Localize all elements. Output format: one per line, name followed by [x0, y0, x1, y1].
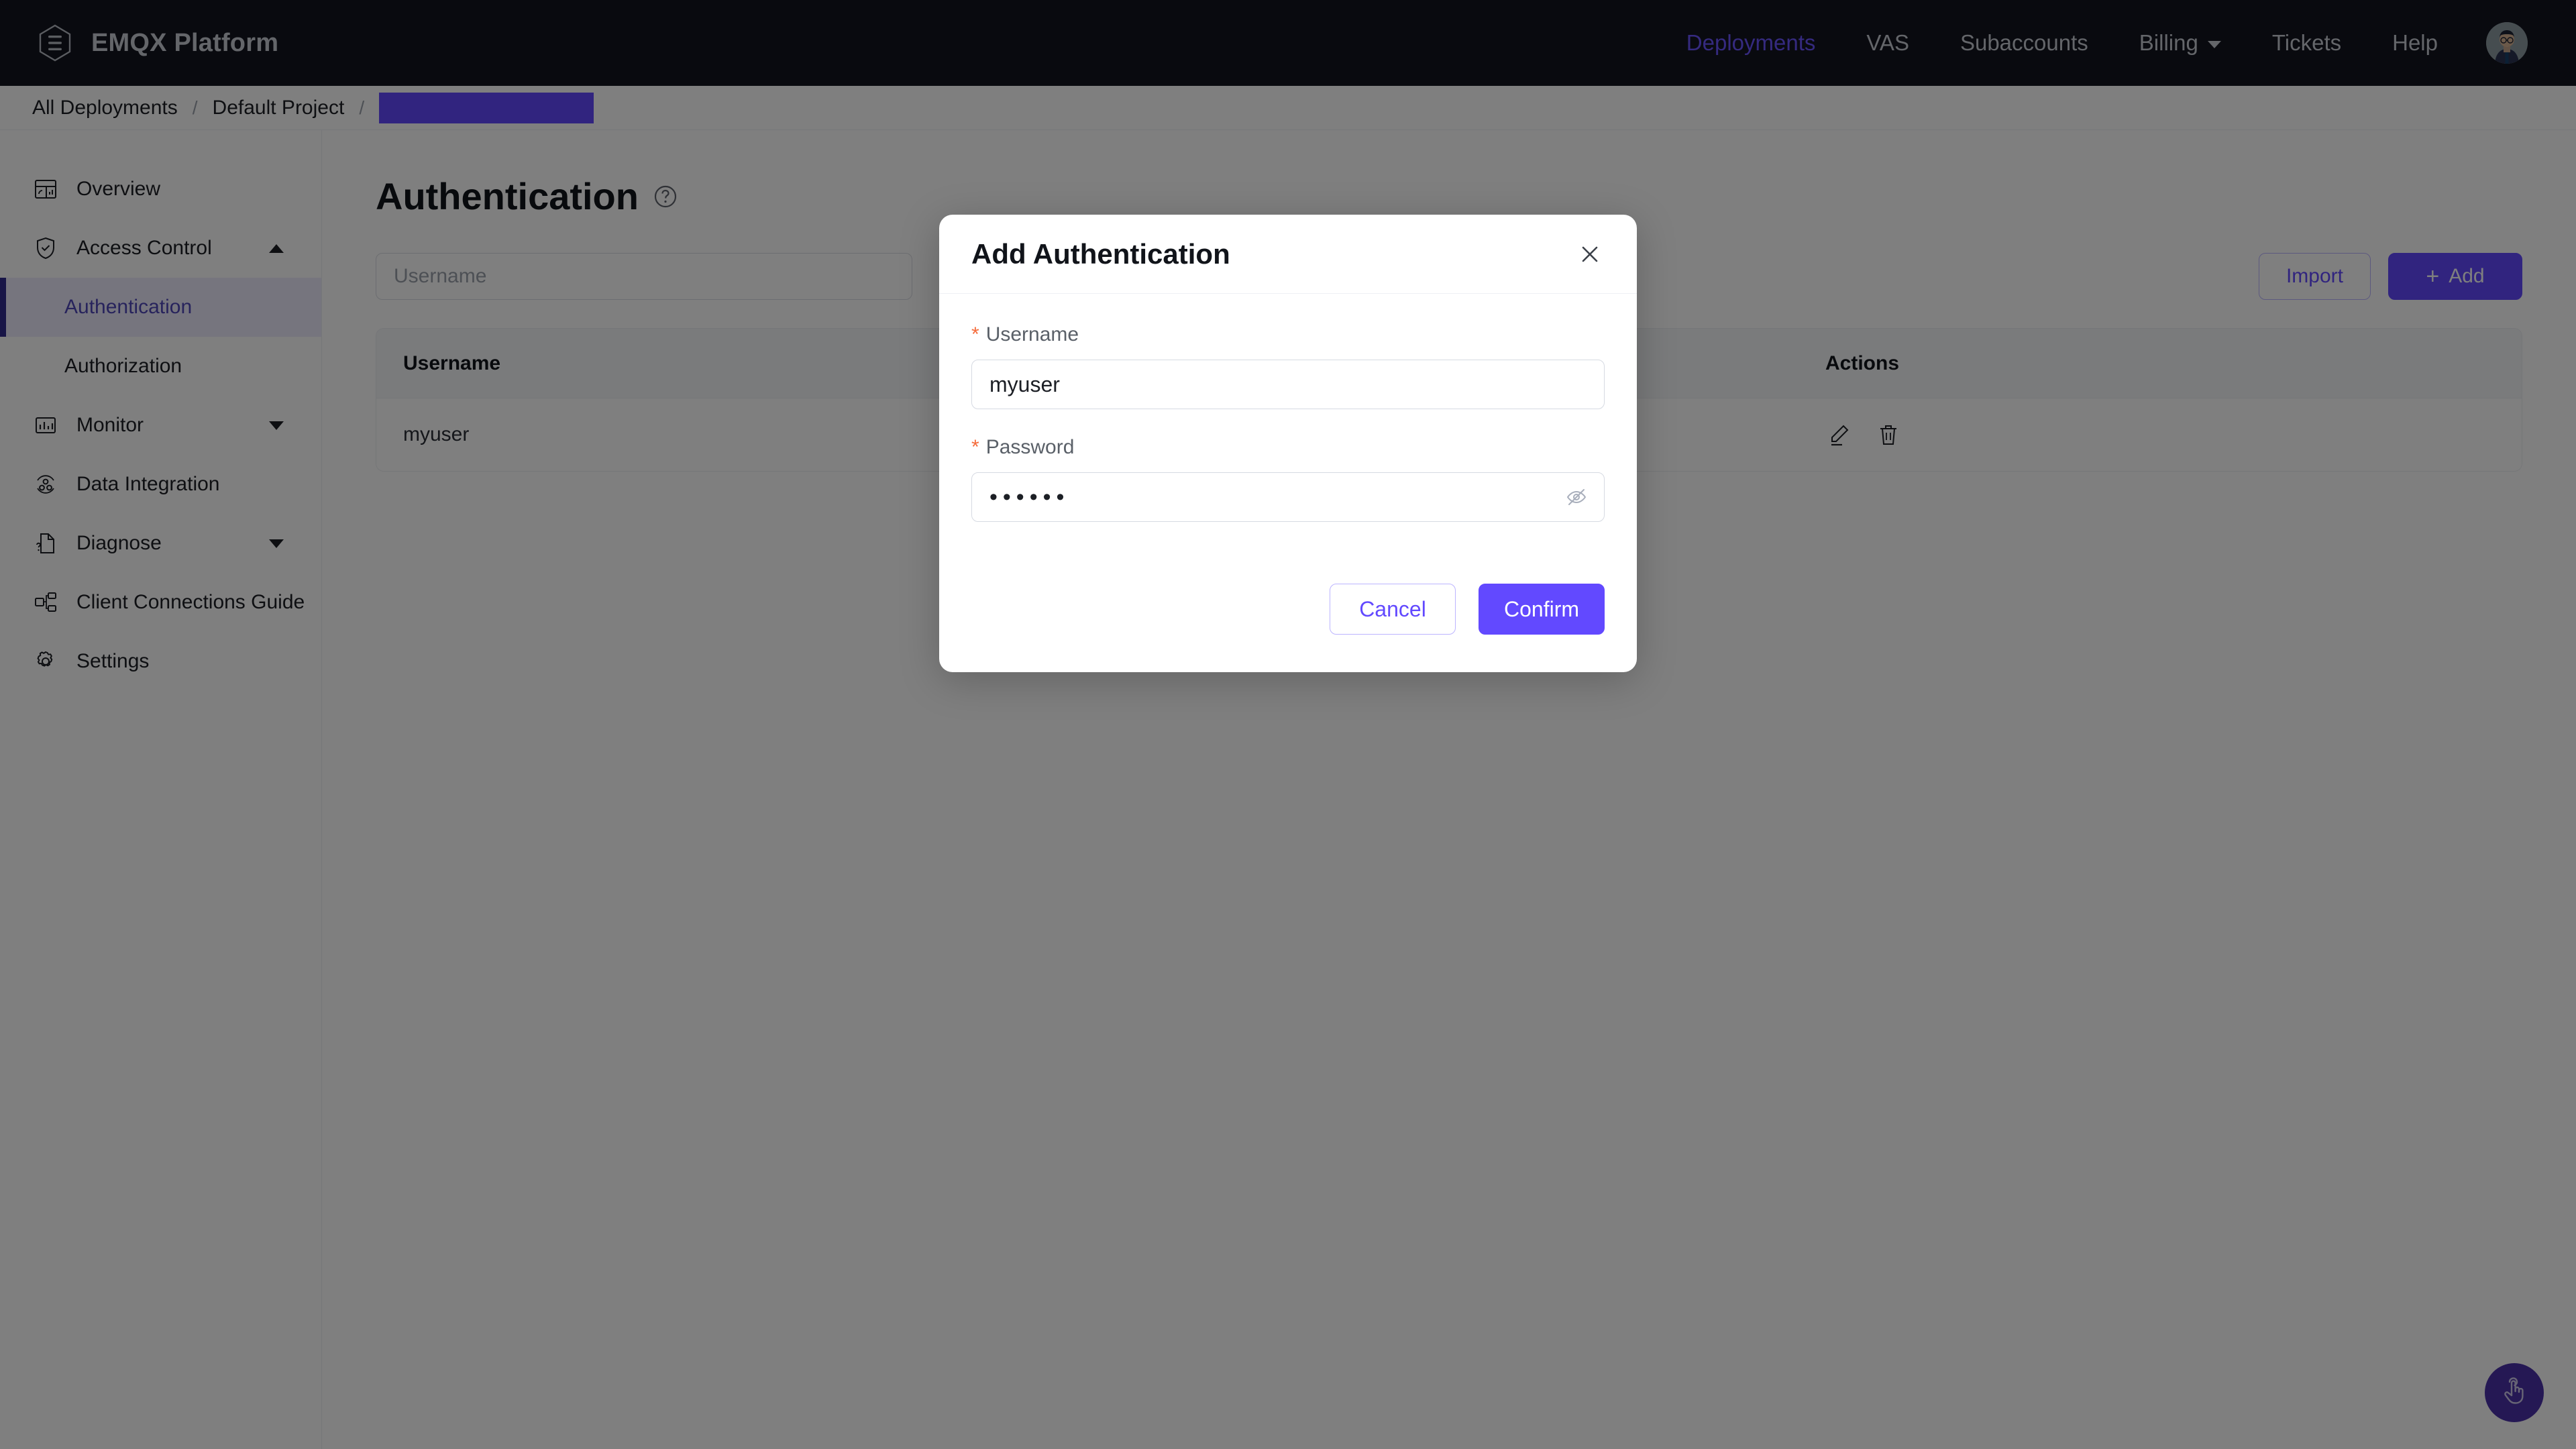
cancel-button[interactable]: Cancel — [1330, 584, 1456, 635]
field-password: * Password — [971, 436, 1605, 522]
field-password-label-text: Password — [985, 436, 1075, 458]
cancel-button-label: Cancel — [1359, 596, 1426, 621]
password-input[interactable] — [971, 472, 1605, 522]
field-username: * Username — [971, 323, 1605, 409]
field-password-control — [971, 472, 1605, 522]
dialog-footer: Cancel Confirm — [939, 569, 1637, 672]
confirm-button[interactable]: Confirm — [1479, 584, 1605, 635]
confirm-button-label: Confirm — [1503, 596, 1579, 621]
close-icon[interactable] — [1575, 239, 1605, 269]
required-marker: * — [971, 436, 979, 458]
field-username-control — [971, 360, 1605, 409]
required-marker: * — [971, 323, 979, 345]
dialog-title: Add Authentication — [971, 237, 1230, 270]
field-password-label: * Password — [971, 436, 1605, 459]
username-input[interactable] — [971, 360, 1605, 409]
field-username-label-text: Username — [985, 323, 1079, 345]
add-authentication-dialog: Add Authentication * Username * Password — [939, 215, 1637, 672]
dialog-body: * Username * Password — [939, 294, 1637, 569]
dialog-header: Add Authentication — [939, 215, 1637, 294]
field-username-label: * Username — [971, 323, 1605, 346]
